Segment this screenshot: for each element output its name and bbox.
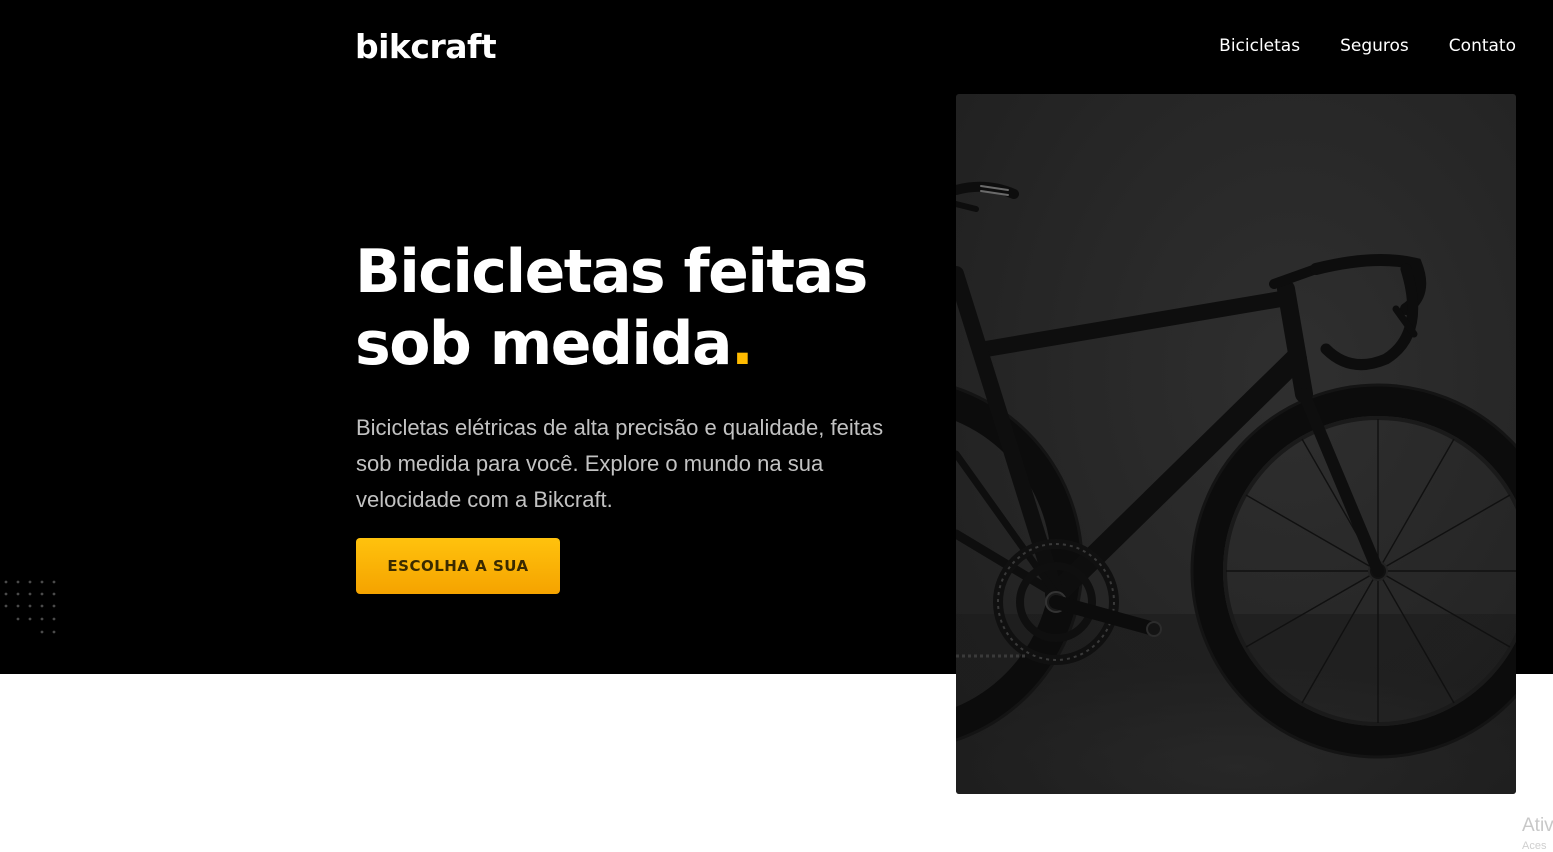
- seat: [956, 181, 1019, 212]
- os-activation-subtext: Aces: [1522, 840, 1547, 852]
- dot-grid-decoration: [0, 576, 60, 642]
- nav-link-seguros[interactable]: Seguros: [1340, 34, 1409, 58]
- nav-link-bicicletas[interactable]: Bicicletas: [1219, 34, 1300, 58]
- hero-title-line1: Bicicletas feitas: [355, 237, 868, 307]
- bicycle-illustration: [956, 181, 1516, 794]
- hero-title-dot: .: [730, 309, 754, 379]
- hero-title-line2: sob medida: [355, 309, 732, 379]
- choose-yours-button[interactable]: ESCOLHA A SUA: [356, 538, 560, 594]
- hero-description: Bicicletas elétricas de alta precisão e …: [356, 415, 884, 512]
- logo[interactable]: bikcraft: [355, 26, 497, 68]
- os-activation-text: Ativ: [1522, 815, 1553, 836]
- hero-bike-image: [956, 94, 1516, 794]
- main-nav: Bicicletas Seguros Contato: [1219, 34, 1516, 58]
- hero-title: Bicicletas feitas sob medida.: [355, 236, 868, 380]
- nav-link-contato[interactable]: Contato: [1449, 34, 1516, 58]
